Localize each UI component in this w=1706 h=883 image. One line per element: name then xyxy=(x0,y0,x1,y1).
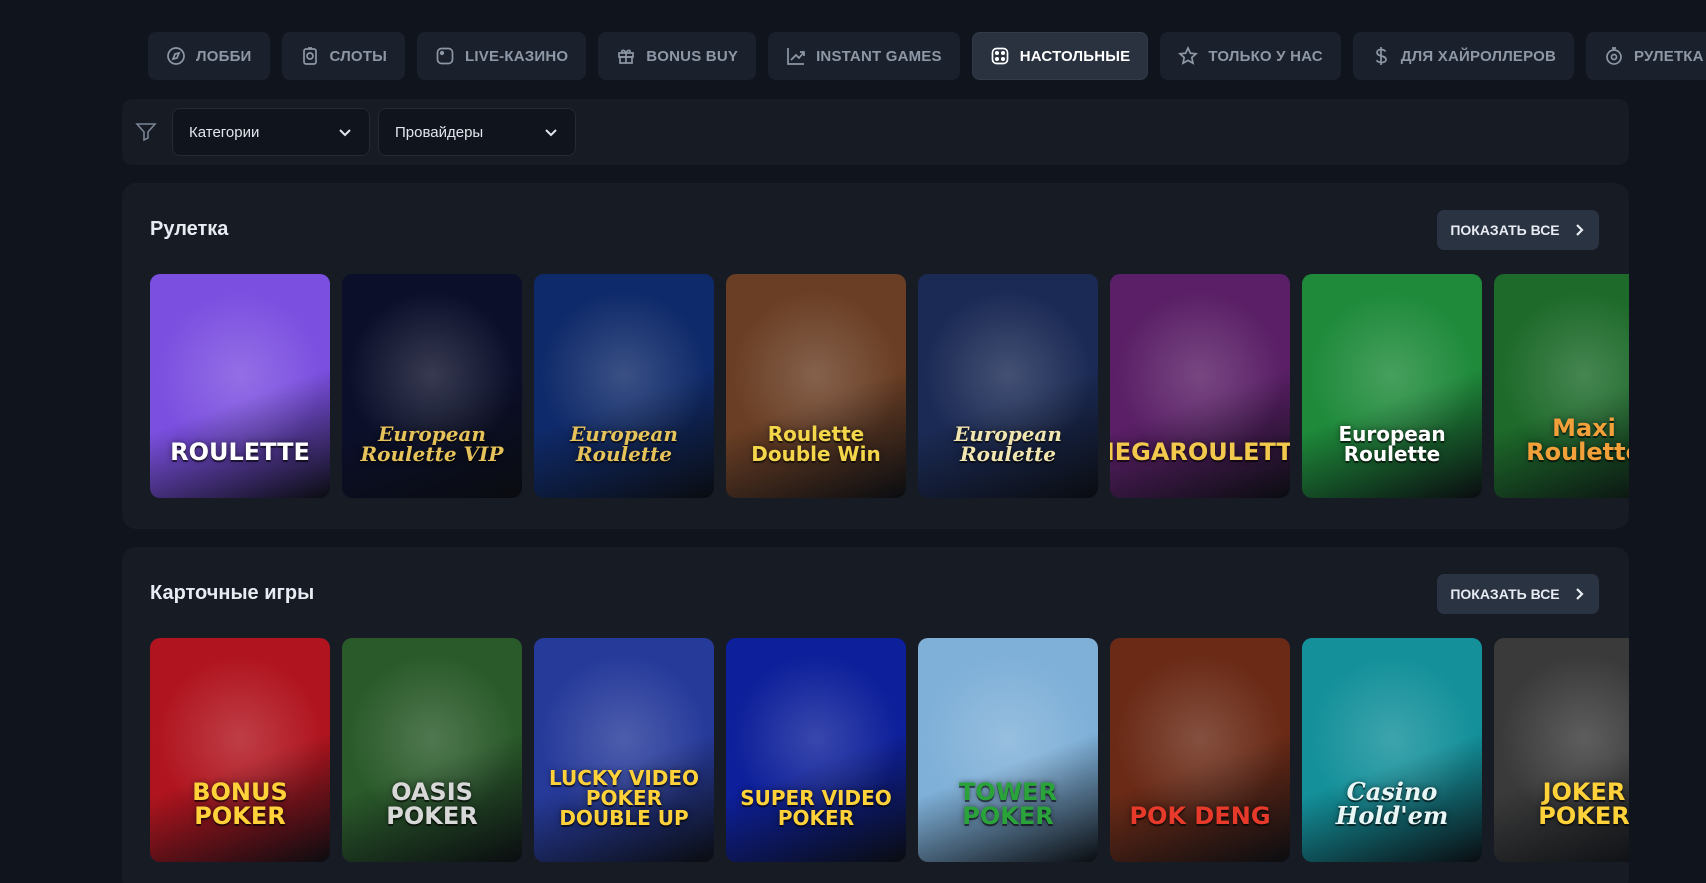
game-title: TOWER POKER xyxy=(958,778,1058,830)
game-title: ROULETTE xyxy=(170,438,310,466)
nav-item-lobby[interactable]: ЛОББИ xyxy=(148,32,270,80)
game-tile[interactable]: OASIS POKER xyxy=(342,638,522,862)
game-title: Roulette Double Win xyxy=(751,422,881,466)
nav-item-roulette[interactable]: РУЛЕТКА xyxy=(1586,32,1706,80)
show-all-button[interactable]: ПОКАЗАТЬ ВСЕ xyxy=(1437,574,1599,614)
game-tile[interactable]: European Roulette VIP xyxy=(342,274,522,498)
filter-icon[interactable] xyxy=(134,120,158,144)
dollar-icon xyxy=(1371,46,1391,66)
nav-item-exclusive[interactable]: ТОЛЬКО У НАС xyxy=(1160,32,1341,80)
compass-icon xyxy=(166,46,186,66)
nav-label: INSTANT GAMES xyxy=(816,47,942,65)
roulette-section: Рулетка ПОКАЗАТЬ ВСЕ ROULETTE European Ro… xyxy=(122,183,1629,529)
game-tile[interactable]: European Roulette xyxy=(534,274,714,498)
game-row: BONUS POKER OASIS POKER LUCKY VIDEO POKER … xyxy=(150,638,1629,863)
nav-label: ЛОББИ xyxy=(196,47,252,65)
section-title: Рулетка xyxy=(150,218,229,240)
game-title: European Roulette VIP xyxy=(360,422,504,466)
nav-label: ДЛЯ ХАЙРОЛЛЕРОВ xyxy=(1400,47,1557,65)
game-title: POK DENG xyxy=(1129,802,1271,830)
live-icon xyxy=(435,46,455,66)
show-all-label: ПОКАЗАТЬ ВСЕ xyxy=(1450,586,1560,602)
providers-dropdown[interactable]: Провайдеры xyxy=(378,108,576,156)
game-title: European Roulette xyxy=(1338,422,1446,466)
star-icon xyxy=(1178,46,1199,66)
game-tile[interactable]: SUPER VIDEO POKER xyxy=(726,638,906,862)
roulette-icon xyxy=(1604,46,1624,66)
categories-label: Категории xyxy=(189,123,260,141)
game-tile[interactable]: BONUS POKER xyxy=(150,638,330,862)
game-tile[interactable]: Casino Hold'em xyxy=(1302,638,1482,862)
game-title: OASIS POKER xyxy=(386,778,478,830)
show-all-button[interactable]: ПОКАЗАТЬ ВСЕ xyxy=(1437,210,1599,250)
slot-icon xyxy=(300,46,320,66)
game-title: JOKER POKER xyxy=(1538,778,1629,830)
nav-label: СЛОТЫ xyxy=(329,47,388,65)
game-tile[interactable]: ROULETTE xyxy=(150,274,330,498)
chart-up-icon xyxy=(786,46,806,66)
nav-item-instant-games[interactable]: INSTANT GAMES xyxy=(768,32,960,80)
game-tile[interactable]: JOKER POKER xyxy=(1494,638,1629,862)
nav-label: BONUS BUY xyxy=(646,47,739,65)
nav-item-live-casino[interactable]: LIVE-КАЗИНО xyxy=(417,32,587,80)
nav-label: НАСТОЛЬНЫЕ xyxy=(1019,47,1131,65)
game-row: ROULETTE European Roulette VIP European Ro… xyxy=(150,274,1629,499)
game-title: European Roulette xyxy=(954,422,1062,466)
chevron-right-icon xyxy=(1575,224,1584,236)
game-title: BONUS POKER xyxy=(192,778,288,830)
gift-icon xyxy=(616,46,636,66)
game-title: Maxi Roulette xyxy=(1526,414,1629,466)
game-tile[interactable]: LUCKY VIDEO POKER DOUBLE UP xyxy=(534,638,714,862)
game-tile[interactable]: Maxi Roulette xyxy=(1494,274,1629,498)
game-title: LUCKY VIDEO POKER DOUBLE UP xyxy=(548,766,700,830)
chevron-down-icon xyxy=(339,129,351,137)
nav-label: РУЛЕТКА xyxy=(1634,47,1704,65)
game-tile[interactable]: TOWER POKER xyxy=(918,638,1098,862)
game-tile[interactable]: European Roulette xyxy=(918,274,1098,498)
game-title: SUPER VIDEO POKER xyxy=(740,786,892,830)
nav-item-bonus-buy[interactable]: BONUS BUY xyxy=(598,32,757,80)
section-title: Карточные игры xyxy=(150,582,315,604)
nav-item-table-games[interactable]: НАСТОЛЬНЫЕ xyxy=(971,32,1149,80)
game-tile[interactable]: MEGAROULETTE xyxy=(1110,274,1290,498)
game-tile[interactable]: European Roulette xyxy=(1302,274,1482,498)
card-games-section: Карточные игры ПОКАЗАТЬ ВСЕ BONUS POKER O… xyxy=(122,547,1629,883)
nav-item-slots[interactable]: СЛОТЫ xyxy=(281,32,406,80)
category-nav: ЛОББИ СЛОТЫ LIVE-КАЗИНО BONUS BUY INSTAN… xyxy=(148,32,1706,80)
game-tile[interactable]: Roulette Double Win xyxy=(726,274,906,498)
game-title: Casino Hold'em xyxy=(1335,777,1449,830)
nav-label: LIVE-КАЗИНО xyxy=(465,47,569,65)
show-all-label: ПОКАЗАТЬ ВСЕ xyxy=(1450,222,1560,238)
casino-page: ЛОББИ СЛОТЫ LIVE-КАЗИНО BONUS BUY INSTAN… xyxy=(0,0,1706,883)
nav-item-high-rollers[interactable]: ДЛЯ ХАЙРОЛЛЕРОВ xyxy=(1352,32,1575,80)
game-tile[interactable]: POK DENG xyxy=(1110,638,1290,862)
game-title: MEGAROULETTE xyxy=(1110,438,1290,466)
nav-label: ТОЛЬКО У НАС xyxy=(1208,47,1323,65)
providers-label: Провайдеры xyxy=(395,123,484,141)
filter-bar: Категории Провайдеры xyxy=(122,99,1629,165)
dice-icon xyxy=(990,46,1010,66)
game-title: European Roulette xyxy=(570,422,678,466)
chevron-right-icon xyxy=(1575,588,1584,600)
chevron-down-icon xyxy=(545,129,557,137)
categories-dropdown[interactable]: Категории xyxy=(172,108,370,156)
